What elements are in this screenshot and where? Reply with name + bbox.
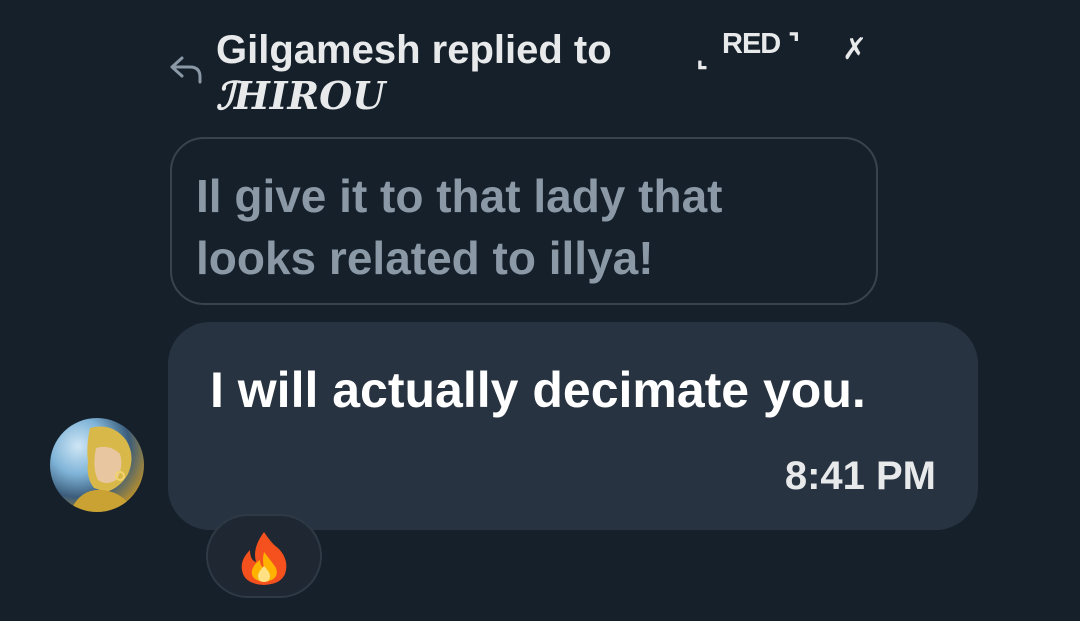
recipient-tag-label: RED (722, 28, 781, 60)
recipient-mark: ✗ (842, 33, 868, 66)
recipient-tag-corner-right: ⌝ (788, 28, 801, 58)
reaction-badge[interactable] (206, 514, 322, 598)
fire-icon (241, 532, 287, 585)
message-text: I will actually decimate you. (210, 362, 866, 418)
reply-header: Gilgamesh replied to ⌞ RED ⌝ ✗ ℐHIROU (168, 26, 888, 126)
recipient-tag-corner-left: ⌞ (696, 42, 709, 72)
quoted-message[interactable]: Il give it to that lady that looks relat… (170, 137, 878, 305)
avatar-image (70, 426, 134, 512)
reply-label: Gilgamesh replied to (216, 28, 612, 72)
reply-arrow-icon (170, 56, 202, 84)
message-timestamp: 8:41 PM (784, 454, 936, 498)
recipient-name[interactable]: ℐHIROU (216, 72, 385, 120)
avatar[interactable] (50, 418, 144, 512)
quoted-message-text: Il give it to that lady that looks relat… (196, 170, 723, 284)
message-bubble[interactable]: I will actually decimate you. 8:41 PM (168, 322, 978, 530)
